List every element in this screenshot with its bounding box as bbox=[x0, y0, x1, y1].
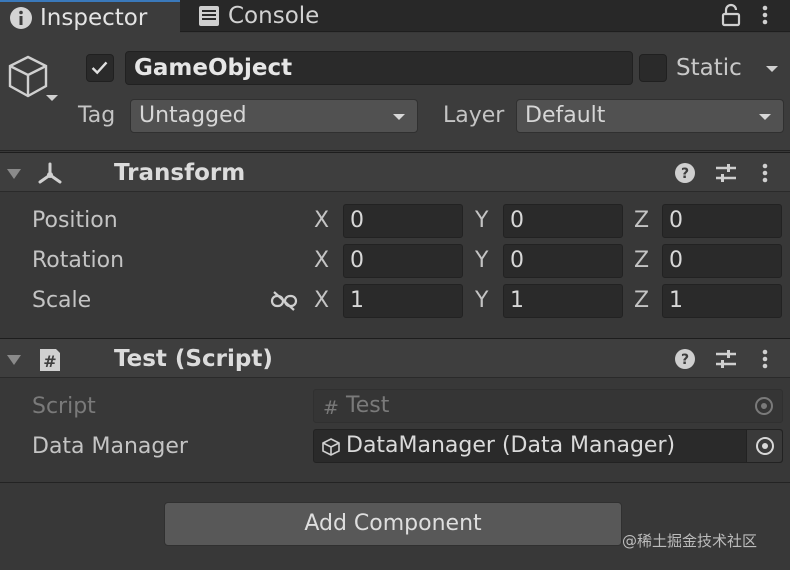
layer-value: Default bbox=[525, 103, 606, 128]
tab-inspector[interactable]: Inspector bbox=[0, 0, 180, 33]
svg-text:?: ? bbox=[681, 352, 689, 368]
transform-header[interactable]: Transform ? bbox=[0, 152, 790, 192]
data-manager-field[interactable]: DataManager (Data Manager) bbox=[313, 429, 783, 463]
tab-console[interactable]: Console bbox=[196, 0, 319, 32]
script-value: Test bbox=[346, 393, 390, 418]
lock-icon[interactable] bbox=[720, 3, 742, 27]
chevron-down-icon bbox=[759, 114, 771, 120]
checkmark-icon bbox=[91, 61, 108, 75]
rotation-label: Rotation bbox=[32, 248, 125, 273]
tag-dropdown[interactable]: Untagged bbox=[130, 99, 418, 133]
gameobject-header: GameObject Static Tag Untagged Layer Def… bbox=[0, 33, 790, 151]
position-z-label[interactable]: Z bbox=[634, 205, 649, 237]
data-manager-value: DataManager (Data Manager) bbox=[346, 433, 676, 458]
layer-dropdown[interactable]: Default bbox=[516, 99, 784, 133]
constrain-proportions-icon[interactable] bbox=[270, 290, 298, 312]
tag-label: Tag bbox=[78, 103, 116, 128]
data-manager-object-picker[interactable] bbox=[746, 430, 782, 462]
script-field: # Test bbox=[313, 389, 783, 423]
scale-x-field[interactable]: 1 bbox=[343, 284, 463, 318]
transform-title: Transform bbox=[114, 160, 246, 186]
layer-label: Layer bbox=[443, 103, 505, 128]
help-icon[interactable]: ? bbox=[674, 348, 696, 370]
rotation-z-label[interactable]: Z bbox=[634, 245, 649, 277]
script-component-body: Script # Test Data Manager DataManager (… bbox=[0, 379, 790, 483]
scale-label: Scale bbox=[32, 288, 92, 313]
svg-text:#: # bbox=[323, 397, 339, 417]
name-field[interactable]: GameObject bbox=[125, 51, 633, 85]
transform-body: Position X 0 Y 0 Z 0 Rotation X 0 Y 0 Z … bbox=[0, 193, 790, 337]
help-icon[interactable]: ? bbox=[674, 162, 696, 184]
gameobject-cube-icon bbox=[322, 438, 340, 456]
data-manager-label: Data Manager bbox=[32, 434, 188, 459]
icon-dropdown-arrow-icon[interactable] bbox=[44, 93, 60, 103]
script-component-header[interactable]: # Test (Script) ? bbox=[0, 338, 790, 378]
chevron-down-icon bbox=[393, 114, 405, 120]
position-z-field[interactable]: 0 bbox=[662, 204, 782, 238]
console-icon bbox=[199, 6, 219, 26]
tab-inspector-label: Inspector bbox=[40, 4, 148, 31]
more-vertical-icon[interactable] bbox=[755, 3, 775, 27]
scale-z-label[interactable]: Z bbox=[634, 285, 649, 317]
presets-icon[interactable] bbox=[714, 348, 738, 370]
tab-bar: Inspector Console bbox=[0, 0, 790, 33]
tab-console-label: Console bbox=[228, 3, 320, 29]
scale-y-label[interactable]: Y bbox=[475, 285, 488, 317]
position-label: Position bbox=[32, 208, 118, 233]
transform-icon bbox=[38, 162, 62, 184]
svg-text:?: ? bbox=[681, 166, 689, 182]
scale-x-label[interactable]: X bbox=[314, 285, 329, 317]
rotation-y-label[interactable]: Y bbox=[475, 245, 488, 277]
active-checkbox[interactable] bbox=[86, 54, 114, 82]
static-checkbox[interactable] bbox=[639, 54, 667, 82]
foldout-arrow-icon[interactable] bbox=[6, 167, 22, 181]
object-picker-icon bbox=[755, 397, 773, 415]
presets-icon[interactable] bbox=[714, 162, 738, 184]
script-hash-icon: # bbox=[323, 397, 339, 417]
scale-y-field[interactable]: 1 bbox=[503, 284, 623, 318]
foldout-arrow-icon[interactable] bbox=[6, 353, 22, 367]
rotation-z-field[interactable]: 0 bbox=[662, 244, 782, 278]
static-dropdown-arrow-icon[interactable] bbox=[764, 64, 780, 74]
rotation-x-label[interactable]: X bbox=[314, 245, 329, 277]
more-vertical-icon[interactable] bbox=[756, 347, 774, 371]
script-component-title: Test (Script) bbox=[114, 346, 273, 372]
more-vertical-icon[interactable] bbox=[756, 161, 774, 185]
scale-z-field[interactable]: 1 bbox=[662, 284, 782, 318]
static-label: Static bbox=[676, 55, 742, 81]
position-y-label[interactable]: Y bbox=[475, 205, 488, 237]
position-y-field[interactable]: 0 bbox=[503, 204, 623, 238]
rotation-y-field[interactable]: 0 bbox=[503, 244, 623, 278]
script-object-picker bbox=[746, 390, 782, 422]
info-icon bbox=[10, 6, 32, 29]
script-hash-icon: # bbox=[40, 349, 60, 371]
watermark-text: @稀土掘金技术社区 bbox=[622, 532, 758, 550]
svg-text:#: # bbox=[43, 352, 56, 371]
position-x-label[interactable]: X bbox=[314, 205, 329, 237]
tag-value: Untagged bbox=[139, 103, 247, 128]
script-label: Script bbox=[32, 394, 96, 419]
position-x-field[interactable]: 0 bbox=[343, 204, 463, 238]
rotation-x-field[interactable]: 0 bbox=[343, 244, 463, 278]
add-component-button[interactable]: Add Component bbox=[164, 502, 622, 546]
object-picker-icon bbox=[756, 437, 774, 455]
